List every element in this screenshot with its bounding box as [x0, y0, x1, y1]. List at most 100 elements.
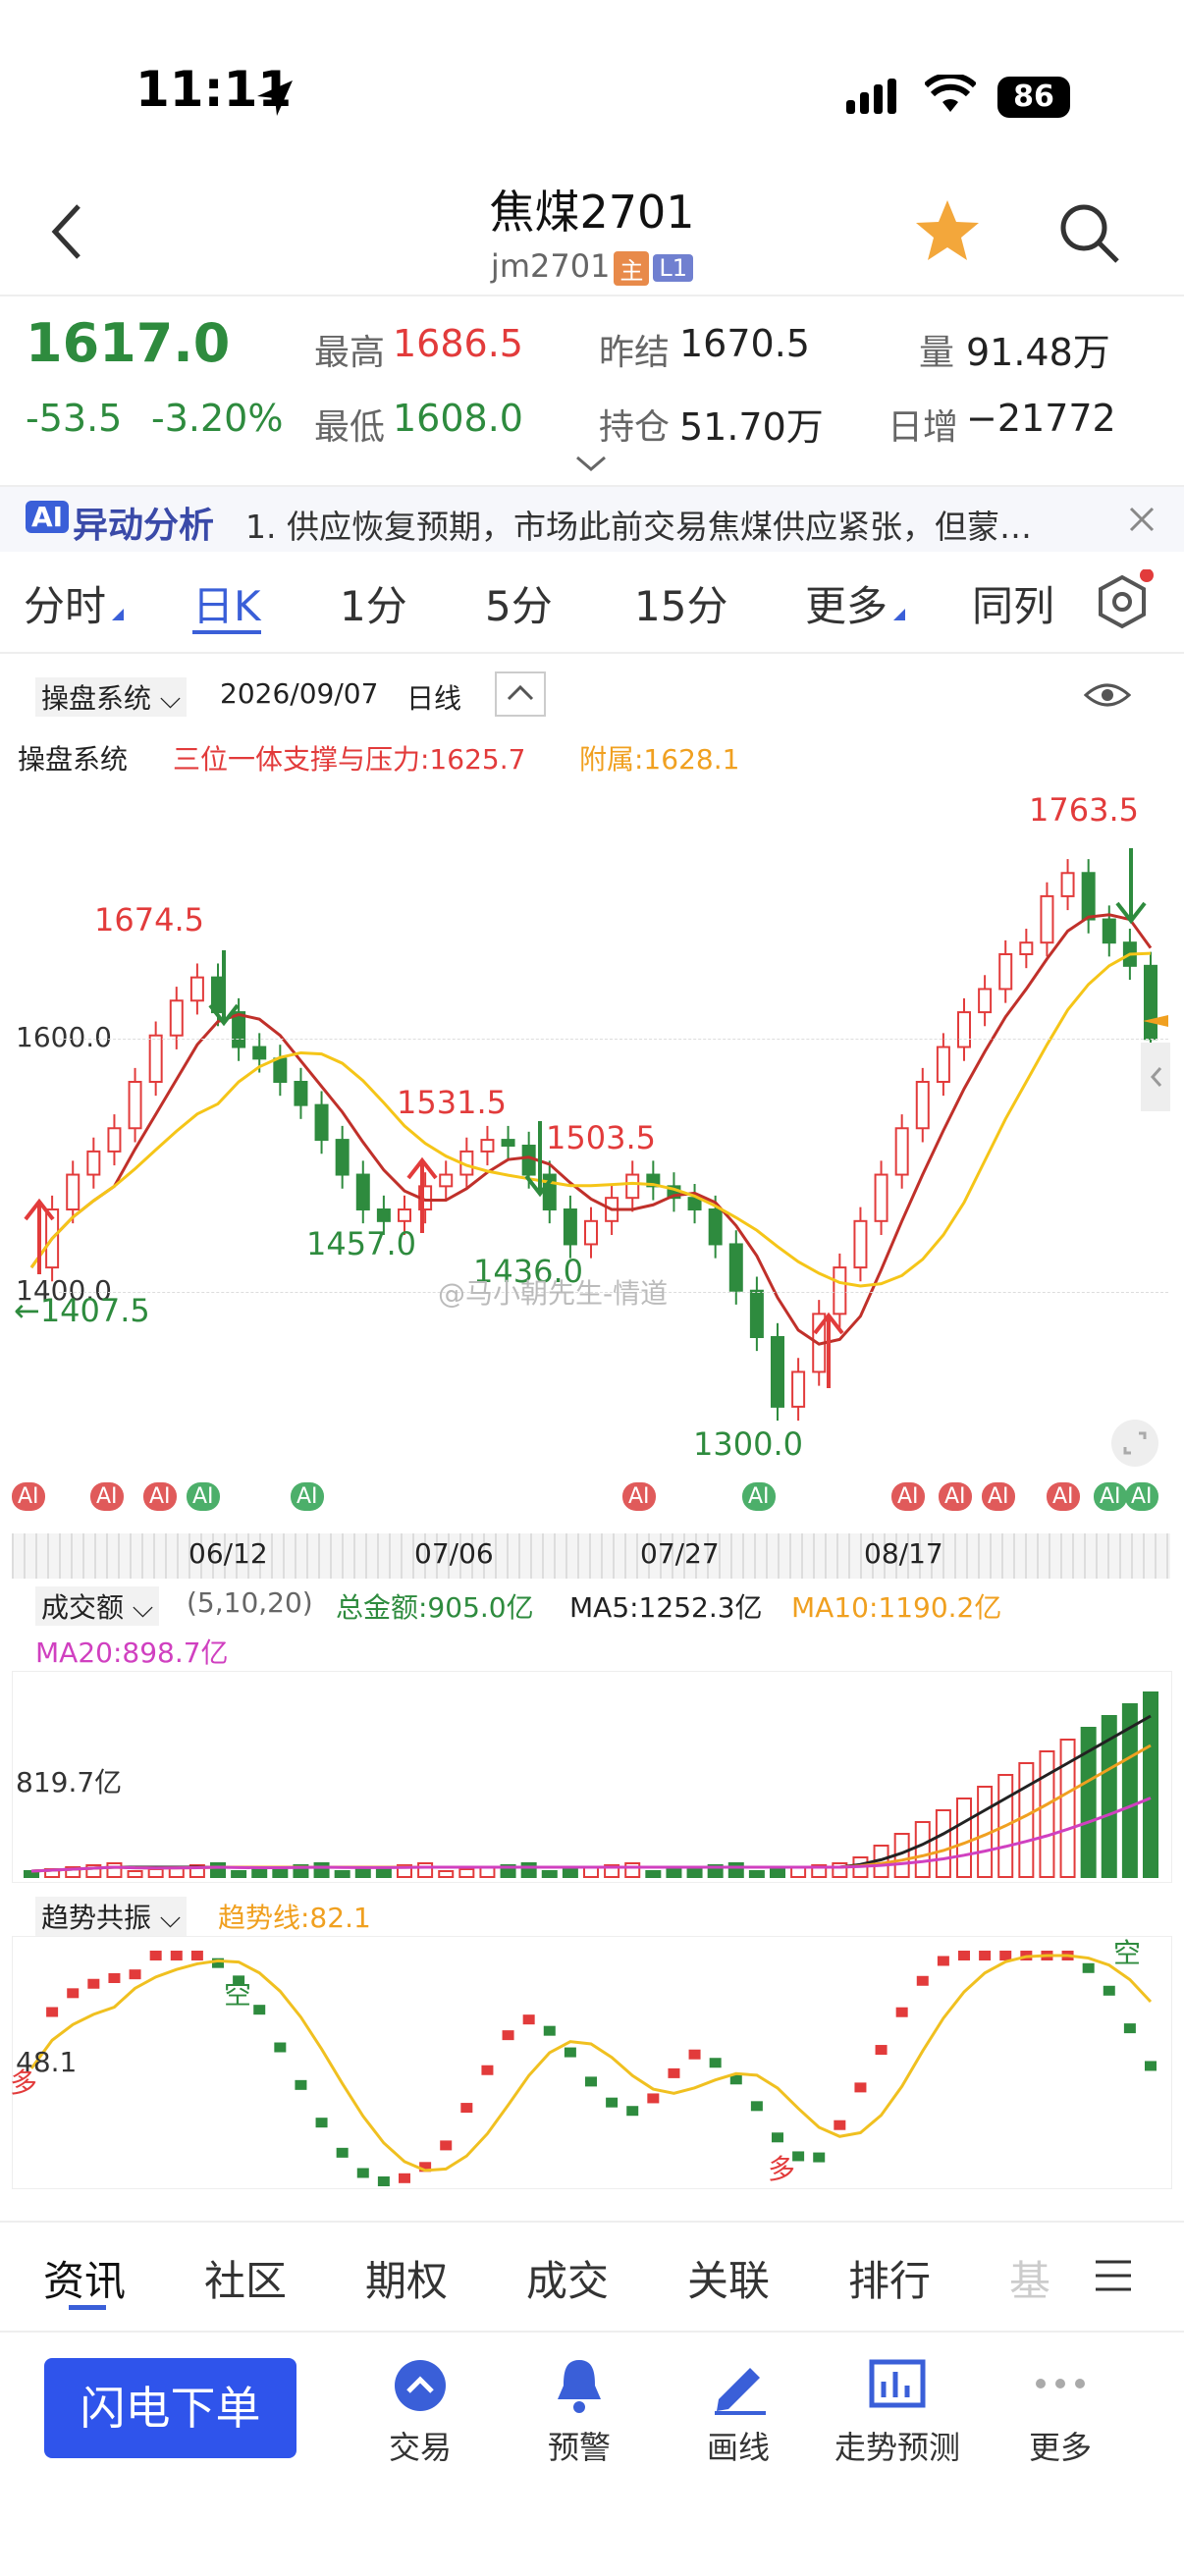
daily-increase-label: 日增 — [888, 407, 959, 448]
volume-bar — [458, 1868, 475, 1878]
ai-marker[interactable]: AI — [143, 1482, 177, 1511]
trend-block — [190, 1951, 203, 1960]
ai-marker[interactable]: AI — [939, 1482, 972, 1511]
candle — [771, 1336, 784, 1408]
trend-block — [937, 1956, 949, 1966]
candle — [335, 1139, 350, 1176]
trend-block — [750, 2101, 763, 2112]
toolbar-more[interactable]: 更多 — [992, 2423, 1129, 2468]
tab-5min[interactable]: 5分 — [485, 573, 553, 633]
tab-related[interactable]: 关联 — [687, 2248, 770, 2308]
trend-block — [626, 2106, 639, 2117]
tab-time-share[interactable]: 分时 — [24, 573, 106, 633]
tab-same-column[interactable]: 同列 — [972, 573, 1054, 633]
date-scrollbar[interactable] — [12, 1533, 1170, 1579]
ai-marker[interactable]: AI — [622, 1482, 656, 1511]
volume-bar — [956, 1798, 972, 1878]
ai-badge: AI — [26, 501, 70, 533]
ai-anomaly-banner[interactable]: AI 异动分析 1. 供应恢复预期，市场此前交易焦煤供应紧张，但蒙… — [0, 487, 1184, 552]
low-value: 1608.0 — [393, 397, 523, 440]
trend-block — [813, 2152, 826, 2163]
candle — [66, 1173, 81, 1210]
up-arrow-icon — [406, 1156, 438, 1233]
system-selector[interactable]: 操盘系统 ⌵ — [35, 677, 188, 717]
ai-marker[interactable]: AI — [1125, 1482, 1158, 1511]
candle — [314, 1103, 329, 1142]
up-arrow-icon — [24, 1198, 55, 1274]
volume-selector[interactable]: 成交额 ⌵ — [35, 1586, 160, 1626]
tab-ranking[interactable]: 排行 — [848, 2248, 931, 2308]
tab-community[interactable]: 社区 — [204, 2248, 287, 2308]
side-handle[interactable] — [1141, 993, 1170, 1160]
trend-block — [916, 1975, 929, 1986]
settings-hexagon-icon[interactable] — [1090, 569, 1155, 634]
collapse-chevron-icon[interactable] — [495, 671, 546, 717]
down-arrow-icon — [524, 1121, 556, 1198]
favorite-star-icon[interactable] — [913, 196, 982, 265]
volume-chart[interactable] — [12, 1671, 1172, 1883]
ai-marker[interactable]: AI — [982, 1482, 1015, 1511]
trend-block — [543, 2025, 556, 2036]
tab-more[interactable]: 更多 — [805, 573, 888, 633]
toolbar-forecast[interactable]: 走势预测 — [831, 2423, 964, 2468]
prev-settle-label: 昨结 — [599, 333, 671, 373]
volume-bar — [417, 1862, 434, 1878]
ai-marker[interactable]: AI — [291, 1482, 324, 1511]
trend-block — [460, 2103, 473, 2114]
volume-bar — [624, 1862, 641, 1878]
toolbar-draw[interactable]: 画线 — [670, 2423, 807, 2468]
more-dots-icon[interactable] — [1031, 2374, 1090, 2393]
candle — [480, 1139, 495, 1153]
volume-bar — [1018, 1762, 1035, 1878]
ai-marker[interactable]: AI — [1094, 1482, 1127, 1511]
candle — [853, 1219, 868, 1269]
candle — [998, 953, 1013, 991]
high-value: 1686.5 — [393, 322, 523, 365]
eye-icon[interactable] — [1084, 677, 1131, 713]
candle — [355, 1173, 370, 1210]
trend-block — [999, 1951, 1012, 1960]
chart-date: 2026/09/07 — [220, 677, 379, 710]
ai-marker[interactable]: AI — [742, 1482, 776, 1511]
ai-marker[interactable]: AI — [12, 1482, 45, 1511]
volume-bar — [127, 1870, 143, 1878]
ai-marker[interactable]: AI — [1047, 1482, 1080, 1511]
tab-trades[interactable]: 成交 — [526, 2248, 609, 2308]
tab-15min[interactable]: 15分 — [634, 573, 727, 633]
trend-block — [1145, 2061, 1157, 2071]
volume-params: (5,10,20) — [187, 1586, 313, 1619]
expand-chevron-icon[interactable] — [573, 454, 609, 473]
last-price: 1617.0 — [26, 312, 231, 374]
ai-marker[interactable]: AI — [187, 1482, 220, 1511]
ai-marker[interactable]: AI — [90, 1482, 124, 1511]
tab-options[interactable]: 期权 — [365, 2248, 448, 2308]
close-icon[interactable] — [1127, 505, 1157, 534]
active-tab-underline — [192, 630, 261, 634]
draw-line-icon[interactable] — [711, 2356, 770, 2415]
trade-icon[interactable] — [393, 2358, 448, 2413]
volume-bar — [313, 1862, 330, 1878]
trend-block — [377, 2176, 390, 2186]
volume-bar — [334, 1870, 350, 1878]
fullscreen-icon[interactable] — [1109, 1418, 1160, 1469]
flash-order-button[interactable]: 闪电下单 — [44, 2358, 296, 2458]
tab-1min[interactable]: 1分 — [340, 573, 407, 633]
ai-marker[interactable]: AI — [891, 1482, 925, 1511]
trend-block — [356, 2168, 369, 2178]
trend-selector[interactable]: 趋势共振 ⌵ — [35, 1897, 188, 1936]
tab-news[interactable]: 资讯 — [43, 2248, 126, 2308]
trend-chart[interactable] — [12, 1936, 1172, 2189]
toolbar-alert[interactable]: 预警 — [511, 2423, 648, 2468]
search-icon[interactable] — [1056, 200, 1121, 265]
up-arrow-icon — [813, 1312, 844, 1388]
trend-forecast-icon[interactable] — [868, 2358, 927, 2413]
menu-icon[interactable] — [1094, 2258, 1133, 2293]
tab-fundamental[interactable]: 基 — [1009, 2248, 1050, 2308]
bell-icon[interactable] — [552, 2356, 607, 2415]
candle — [128, 1081, 142, 1130]
watermark: @马小朝先生-情道 — [438, 1277, 669, 1310]
toolbar-trade[interactable]: 交易 — [351, 2423, 489, 2468]
volume-bar — [354, 1868, 371, 1878]
tab-daily-k[interactable]: 日K — [192, 573, 261, 633]
peak-label: 1763.5 — [1029, 791, 1139, 829]
